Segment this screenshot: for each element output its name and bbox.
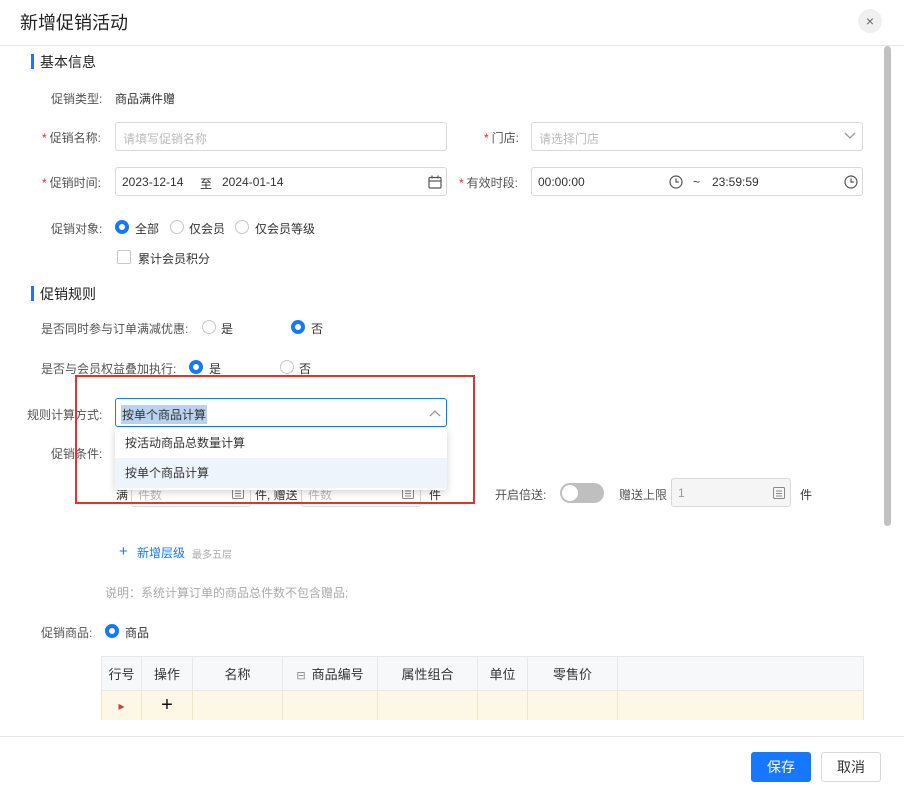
member-rights-no-radio[interactable] bbox=[280, 360, 294, 374]
clock-icon bbox=[844, 175, 858, 189]
column-header: 单位 bbox=[477, 656, 528, 691]
store-placeholder: 请选择门店 bbox=[539, 132, 600, 146]
chevron-down-icon bbox=[844, 132, 856, 140]
store-label: * 门店: bbox=[484, 131, 520, 145]
highlight-box bbox=[75, 375, 475, 504]
header-divider bbox=[0, 45, 904, 46]
order-discount-yes-radio[interactable] bbox=[202, 320, 216, 334]
column-header: 行号 bbox=[101, 656, 142, 691]
target-member-level-label: 仅会员等级 bbox=[255, 222, 316, 236]
gift-cap-input[interactable]: 1 bbox=[671, 478, 791, 507]
add-level-link[interactable]: 新增层级 bbox=[137, 544, 185, 561]
promo-name-input[interactable]: 请填写促销名称 bbox=[115, 122, 447, 151]
rules-note: 说明：系统计算订单的商品总件数不包含赠品; bbox=[105, 586, 349, 600]
column-settings-icon: ⊟ bbox=[296, 670, 306, 682]
gift-cap-unit: 件 bbox=[800, 488, 813, 502]
order-discount-no-radio[interactable] bbox=[291, 320, 305, 334]
table-cell[interactable] bbox=[477, 690, 528, 721]
target-all-radio[interactable] bbox=[115, 220, 129, 234]
order-discount-label: 是否同时参与订单满减优惠: bbox=[41, 322, 189, 336]
target-member-radio[interactable] bbox=[170, 220, 184, 234]
table-cell[interactable] bbox=[192, 690, 283, 721]
add-row-button[interactable]: + bbox=[141, 690, 193, 721]
section-marker bbox=[31, 286, 34, 301]
row-marker-icon: ▸ bbox=[101, 690, 142, 721]
table-header-row: 行号 操作 名称 ⊟ 商品编号 属性组合 单位 零售价 bbox=[101, 656, 864, 691]
promo-products-label: 促销商品: bbox=[41, 626, 93, 640]
calendar-icon bbox=[428, 175, 442, 189]
products-radio[interactable] bbox=[105, 624, 119, 638]
member-rights-yes-radio[interactable] bbox=[189, 360, 203, 374]
table-row[interactable]: ▸ + bbox=[101, 690, 864, 721]
section-title-basic: 基本信息 bbox=[40, 54, 96, 70]
double-gift-toggle[interactable] bbox=[560, 483, 604, 503]
target-member-label: 仅会员 bbox=[189, 222, 226, 236]
products-table: 行号 操作 名称 ⊟ 商品编号 属性组合 单位 零售价 ▸ + bbox=[101, 656, 864, 721]
column-header: 名称 bbox=[192, 656, 283, 691]
date-separator: 至 bbox=[200, 177, 213, 191]
column-header-code[interactable]: ⊟ 商品编号 bbox=[282, 656, 378, 691]
add-level-hint: 最多五层 bbox=[192, 550, 232, 561]
double-gift-label: 开启倍送: bbox=[495, 488, 547, 502]
start-date[interactable]: 2023-12-14 bbox=[122, 175, 183, 189]
time-range-picker[interactable]: 00:00:00 ~ 23:59:59 bbox=[531, 167, 863, 196]
products-option-label: 商品 bbox=[125, 626, 150, 640]
plus-icon: + bbox=[119, 543, 128, 560]
content-mask bbox=[0, 720, 904, 736]
clock-icon bbox=[669, 175, 683, 189]
table-cell[interactable] bbox=[527, 690, 618, 721]
target-all-label: 全部 bbox=[135, 222, 160, 236]
section-marker bbox=[31, 54, 34, 69]
column-header: 属性组合 bbox=[377, 656, 478, 691]
promo-name-label: * 促销名称: bbox=[42, 131, 102, 145]
column-header: 操作 bbox=[141, 656, 193, 691]
calculator-icon bbox=[773, 487, 785, 499]
promo-type-value: 商品满件赠 bbox=[115, 92, 176, 106]
order-discount-no-label: 否 bbox=[311, 322, 324, 336]
dialog-title: 新增促销活动 bbox=[20, 13, 128, 33]
close-icon: × bbox=[865, 13, 875, 29]
gift-cap-value: 1 bbox=[678, 486, 685, 500]
section-title-rules: 促销规则 bbox=[40, 286, 96, 302]
order-discount-yes-label: 是 bbox=[221, 322, 234, 336]
store-select[interactable]: 请选择门店 bbox=[531, 122, 863, 151]
close-button[interactable]: × bbox=[858, 9, 882, 33]
scrollbar[interactable] bbox=[884, 46, 891, 526]
promo-type-label: 促销类型: bbox=[51, 92, 103, 106]
target-member-level-radio[interactable] bbox=[235, 220, 249, 234]
promo-target-label: 促销对象: bbox=[51, 222, 103, 236]
table-cell bbox=[617, 690, 864, 721]
footer-divider bbox=[0, 736, 904, 737]
save-button[interactable]: 保存 bbox=[751, 752, 811, 782]
column-header-empty bbox=[617, 656, 864, 691]
valid-period-label: * 有效时段: bbox=[459, 176, 519, 190]
date-range-picker[interactable]: 2023-12-14 至 2024-01-14 bbox=[115, 167, 447, 196]
promo-name-placeholder: 请填写促销名称 bbox=[123, 132, 208, 146]
promo-time-label: * 促销时间: bbox=[42, 176, 102, 190]
end-date[interactable]: 2024-01-14 bbox=[222, 175, 283, 189]
table-cell[interactable] bbox=[282, 690, 378, 721]
column-header: 零售价 bbox=[527, 656, 618, 691]
time-separator: ~ bbox=[693, 175, 701, 189]
gift-cap-label: 赠送上限 bbox=[619, 488, 668, 502]
member-points-label: 累计会员积分 bbox=[138, 252, 211, 266]
cancel-button[interactable]: 取消 bbox=[821, 752, 881, 782]
end-time[interactable]: 23:59:59 bbox=[712, 175, 759, 189]
start-time[interactable]: 00:00:00 bbox=[538, 175, 585, 189]
member-points-checkbox[interactable] bbox=[117, 250, 131, 264]
table-cell[interactable] bbox=[377, 690, 478, 721]
